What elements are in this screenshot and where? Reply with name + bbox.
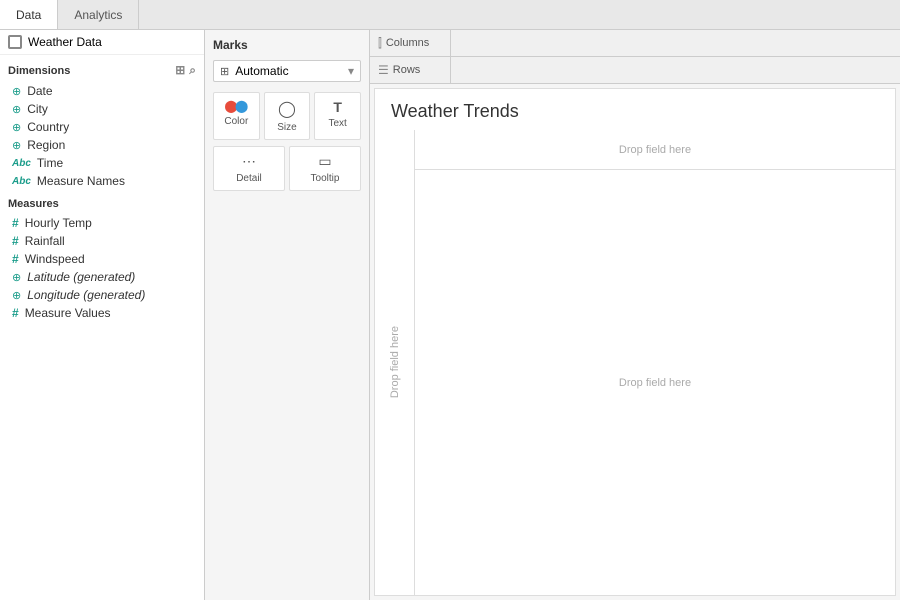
- grid-view-icon[interactable]: ⊞: [175, 63, 185, 78]
- size-icon: ◯: [278, 99, 296, 119]
- columns-icon: ⫿: [378, 36, 382, 51]
- canvas-body: Drop field here Drop field here Drop fie…: [375, 130, 895, 595]
- field-windspeed[interactable]: # Windspeed: [0, 250, 204, 268]
- hash-icon: #: [12, 306, 19, 320]
- dimensions-header: Dimensions ⊞ ⌕: [0, 55, 204, 82]
- globe-icon: ⊕: [12, 103, 21, 116]
- text-icon: T: [333, 99, 342, 115]
- field-country[interactable]: ⊕ Country: [0, 118, 204, 136]
- marks-type-dropdown[interactable]: ⊞ Automatic ▾: [213, 60, 361, 82]
- detail-icon: ⋯: [242, 153, 256, 170]
- drop-field-main[interactable]: Drop field here: [415, 170, 895, 595]
- field-region[interactable]: ⊕ Region: [0, 136, 204, 154]
- field-time[interactable]: Abc Time: [0, 154, 204, 172]
- marks-title: Marks: [213, 38, 361, 52]
- abc-icon: Abc: [12, 176, 31, 187]
- marks-size-button[interactable]: ◯ Size: [264, 92, 311, 140]
- top-tab-bar: Data Analytics: [0, 0, 900, 30]
- field-measure-values[interactable]: # Measure Values: [0, 304, 204, 322]
- search-dims-icon[interactable]: ⌕: [189, 63, 196, 78]
- automatic-icon: ⊞: [220, 65, 229, 78]
- field-city[interactable]: ⊕ City: [0, 100, 204, 118]
- marks-panel: Marks ⊞ Automatic ▾ ⬤⬤ Color ◯ Size T Te…: [205, 30, 370, 600]
- drop-field-left[interactable]: Drop field here: [389, 326, 401, 398]
- canvas-area: Weather Trends Drop field here Drop fiel…: [374, 88, 896, 596]
- canvas-content: Drop field here Drop field here: [415, 130, 895, 595]
- abc-icon: Abc: [12, 158, 31, 169]
- canvas-left-axis: Drop field here: [375, 130, 415, 595]
- dropdown-arrow-icon: ▾: [348, 64, 354, 78]
- drop-field-top[interactable]: Drop field here: [415, 130, 895, 170]
- columns-drop-zone[interactable]: [450, 30, 900, 56]
- datasource-row[interactable]: Weather Data: [0, 30, 204, 55]
- rows-icon: ☰: [378, 63, 389, 77]
- hash-icon: #: [12, 216, 19, 230]
- marks-type-label: Automatic: [235, 64, 288, 78]
- rows-label: Rows: [393, 64, 421, 76]
- marks-tooltip-button[interactable]: ▭ Tooltip: [289, 146, 361, 191]
- tab-data[interactable]: Data: [0, 0, 58, 29]
- canvas-title: Weather Trends: [375, 89, 895, 130]
- hash-icon: #: [12, 234, 19, 248]
- columns-shelf: ⫿ Columns: [370, 30, 900, 57]
- globe-icon: ⊕: [12, 271, 21, 284]
- hash-icon: #: [12, 252, 19, 266]
- field-longitude[interactable]: ⊕ Longitude (generated): [0, 286, 204, 304]
- tab-analytics[interactable]: Analytics: [58, 0, 139, 29]
- main-layout: Weather Data Dimensions ⊞ ⌕ ⊕ Date ⊕ Cit…: [0, 30, 900, 600]
- marks-color-button[interactable]: ⬤⬤ Color: [213, 92, 260, 140]
- field-measure-names[interactable]: Abc Measure Names: [0, 172, 204, 190]
- marks-buttons-row2: ⋯ Detail ▭ Tooltip: [213, 146, 361, 191]
- tooltip-icon: ▭: [318, 153, 331, 170]
- field-date[interactable]: ⊕ Date: [0, 82, 204, 100]
- rows-drop-zone[interactable]: [450, 57, 900, 83]
- marks-buttons-row1: ⬤⬤ Color ◯ Size T Text: [213, 92, 361, 140]
- field-latitude[interactable]: ⊕ Latitude (generated): [0, 268, 204, 286]
- marks-detail-button[interactable]: ⋯ Detail: [213, 146, 285, 191]
- globe-icon: ⊕: [12, 139, 21, 152]
- datasource-icon: [8, 35, 22, 49]
- color-dots-icon: ⬤⬤: [224, 99, 248, 113]
- globe-icon: ⊕: [12, 85, 21, 98]
- datasource-label: Weather Data: [28, 35, 102, 49]
- columns-label: Columns: [386, 37, 429, 49]
- globe-icon: ⊕: [12, 289, 21, 302]
- globe-icon: ⊕: [12, 121, 21, 134]
- rows-shelf: ☰ Rows: [370, 57, 900, 84]
- field-rainfall[interactable]: # Rainfall: [0, 232, 204, 250]
- left-panel: Weather Data Dimensions ⊞ ⌕ ⊕ Date ⊕ Cit…: [0, 30, 205, 600]
- field-hourly-temp[interactable]: # Hourly Temp: [0, 214, 204, 232]
- right-panel: ⫿ Columns ☰ Rows Weather Trends Drop fie…: [370, 30, 900, 600]
- measures-header: Measures: [0, 190, 204, 214]
- marks-text-button[interactable]: T Text: [314, 92, 361, 140]
